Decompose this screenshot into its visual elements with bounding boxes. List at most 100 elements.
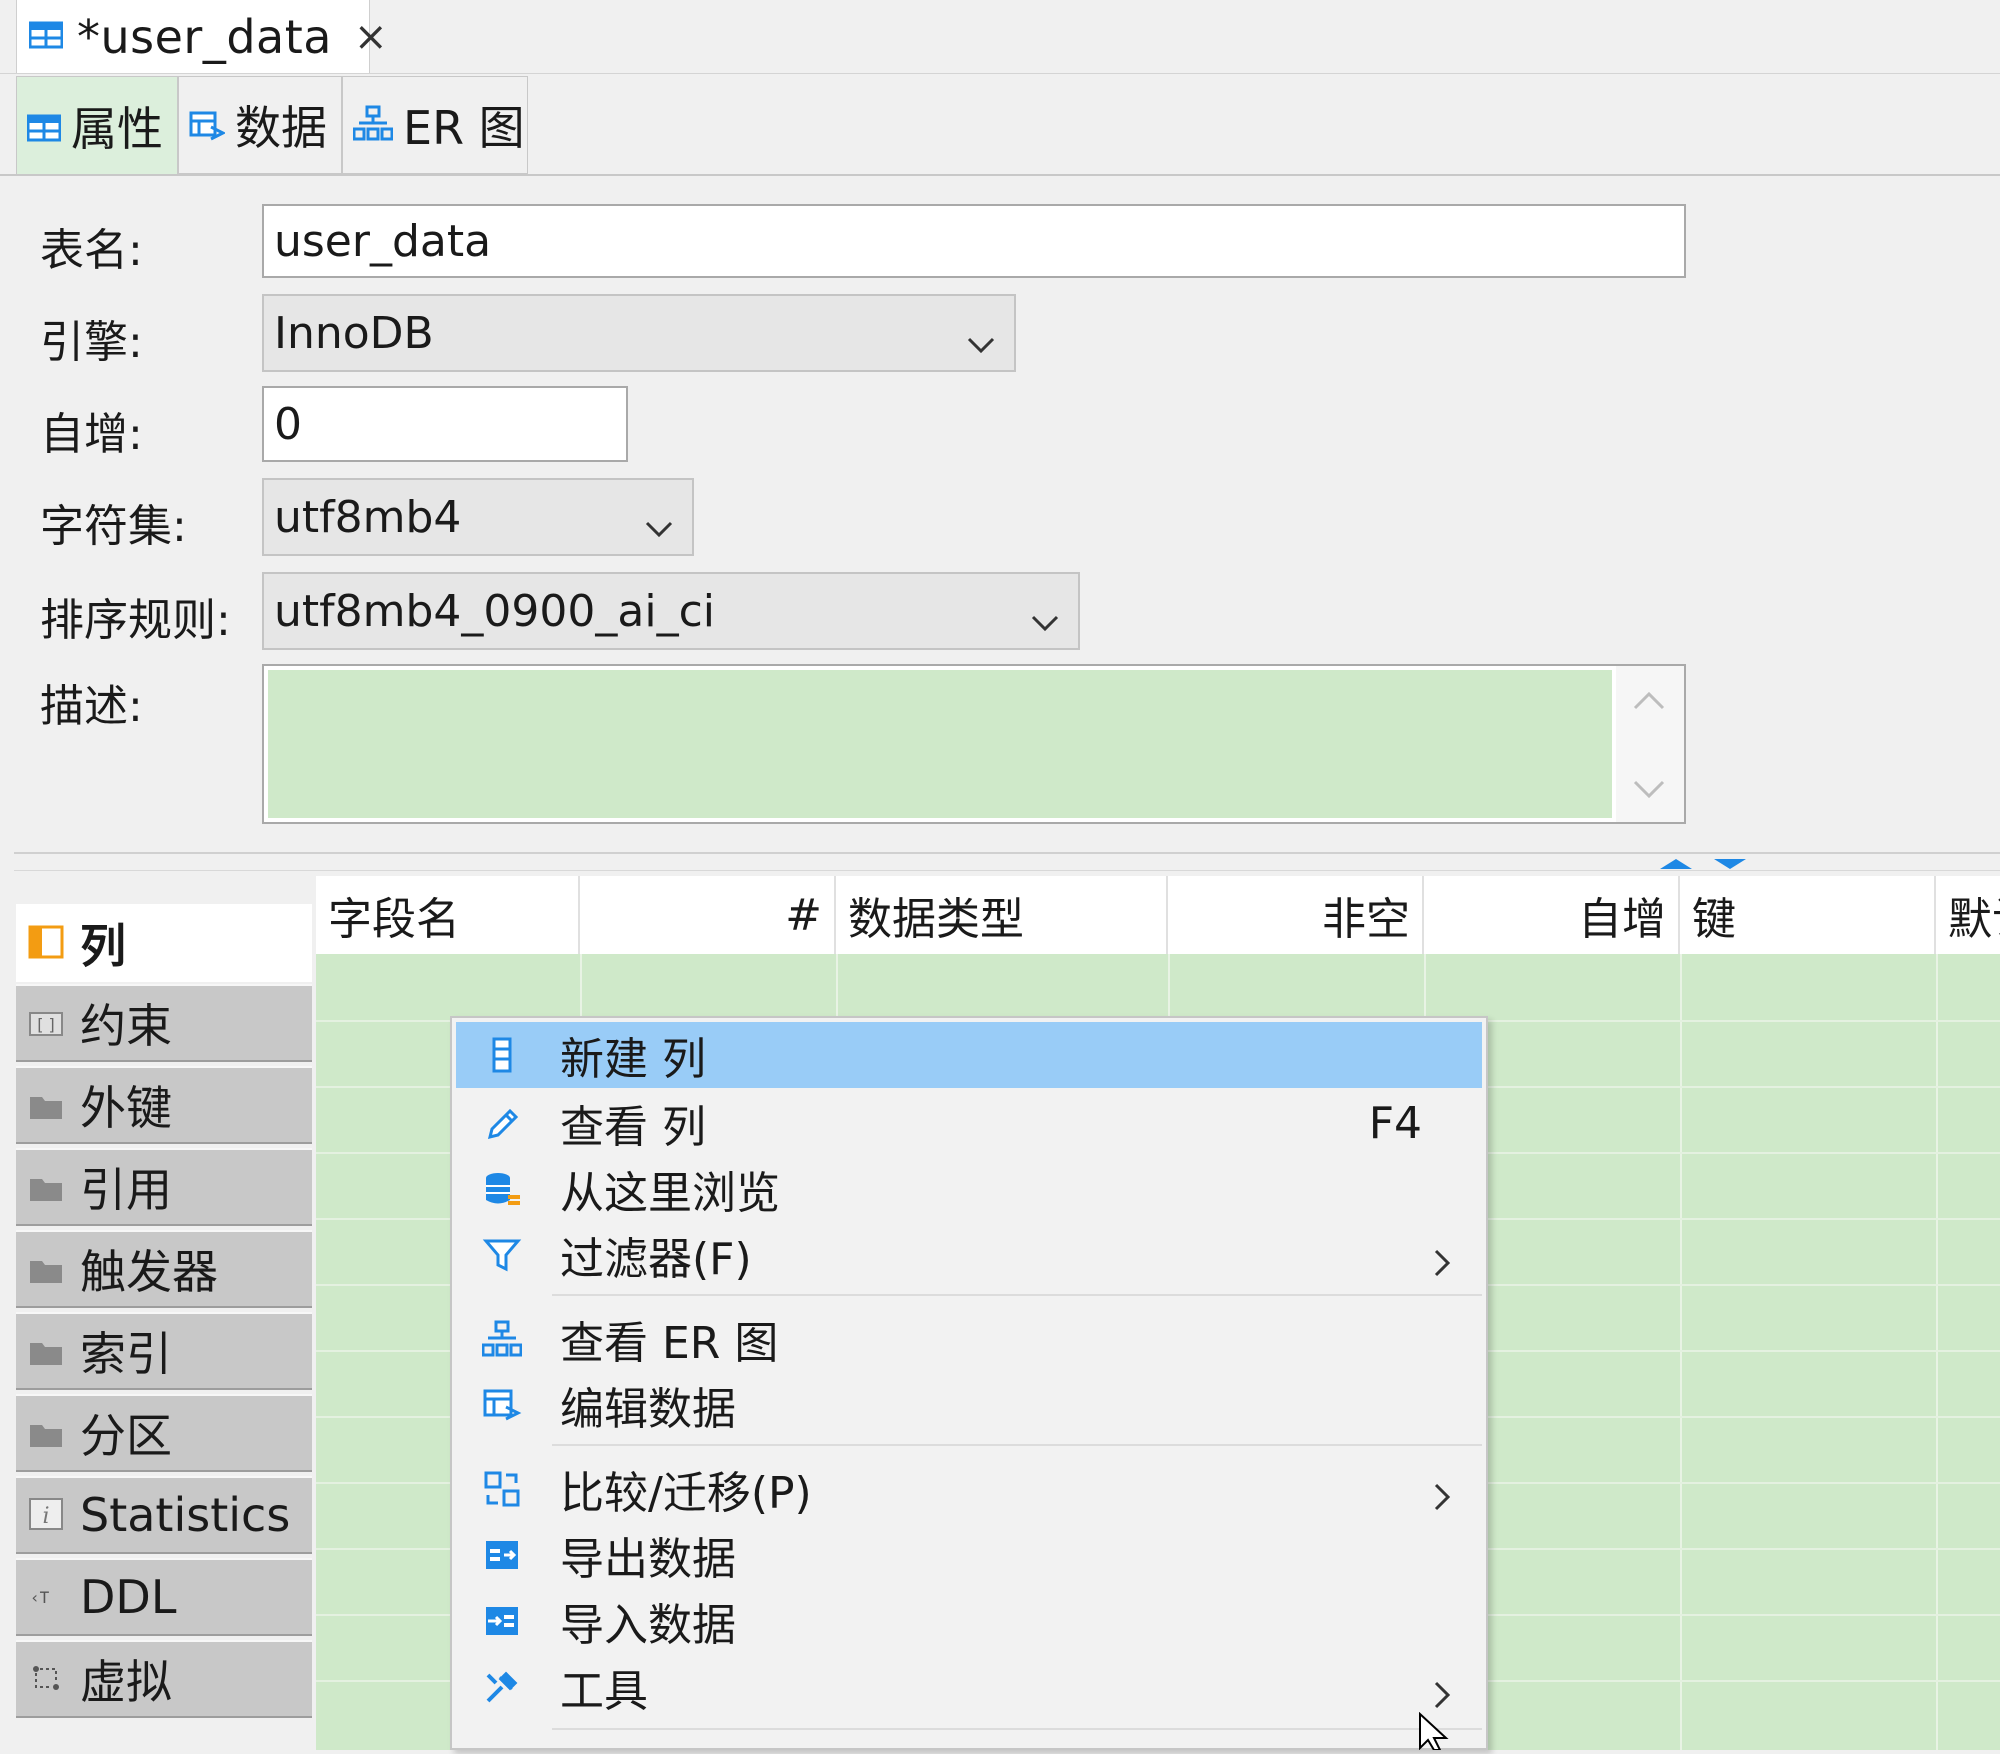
- tab-columns-label: 列: [80, 919, 126, 973]
- tab-properties-label: 属性: [71, 101, 163, 156]
- engine-value: InnoDB: [274, 307, 434, 359]
- menu-item-shortcut: F4: [1368, 1097, 1422, 1149]
- charset-select[interactable]: utf8mb4: [262, 478, 694, 556]
- tab-properties[interactable]: 属性: [16, 76, 178, 174]
- new-column-icon: [482, 1035, 522, 1075]
- folder-icon: [28, 1078, 64, 1132]
- editor-tab-title: *user_data: [77, 10, 332, 64]
- auto-increment-input[interactable]: 0: [262, 386, 628, 462]
- constraint-folder-icon: [ ]: [28, 996, 64, 1050]
- collapse-up-icon[interactable]: [1658, 856, 1694, 875]
- svg-text:i: i: [42, 1504, 49, 1529]
- export-icon: [482, 1535, 522, 1575]
- menu-item-export-data[interactable]: 导出数据: [456, 1522, 1482, 1588]
- chevron-down-icon: [1030, 597, 1060, 648]
- tabstrip-divider: [0, 73, 2000, 74]
- chevron-down-icon: [644, 503, 674, 554]
- context-menu: 新建 列 查看 列 F4 从这里浏览 过滤器(F) 查看 ER 图 编辑数据 比…: [450, 1016, 1488, 1750]
- collation-label: 排序规则:: [40, 595, 231, 646]
- tab-columns[interactable]: 列: [16, 904, 312, 982]
- close-icon[interactable]: ×: [354, 14, 388, 60]
- folder-icon: [28, 1324, 64, 1378]
- menu-item-label: 导出数据: [560, 1534, 736, 1585]
- description-text-area[interactable]: [268, 670, 1612, 818]
- table-icon: [26, 99, 62, 153]
- menu-item-tools[interactable]: 工具: [456, 1654, 1482, 1720]
- tab-references-label: 引用: [80, 1163, 172, 1217]
- menu-item-view-column[interactable]: 查看 列 F4: [456, 1090, 1482, 1156]
- column-header-name[interactable]: 字段名: [316, 876, 580, 954]
- er-diagram-icon: [352, 98, 394, 152]
- description-textarea[interactable]: [262, 664, 1686, 824]
- menu-item-compare-migrate[interactable]: 比较/迁移(P): [456, 1456, 1482, 1522]
- menu-item-filter[interactable]: 过滤器(F): [456, 1222, 1482, 1288]
- collapse-down-icon[interactable]: [1712, 856, 1748, 875]
- grid-header: 字段名 # 数据类型 非空 自增 键 默认: [316, 876, 2000, 955]
- ddl-icon: ‹T: [28, 1570, 64, 1624]
- tab-partitions[interactable]: 分区: [16, 1394, 312, 1472]
- subtab-divider: [0, 174, 2000, 176]
- menu-item-label: 过滤器(F): [560, 1234, 752, 1285]
- column-header-data-type[interactable]: 数据类型: [836, 876, 1168, 954]
- menu-item-label: 从这里浏览: [560, 1168, 780, 1219]
- charset-value: utf8mb4: [274, 491, 462, 543]
- compare-icon: [482, 1469, 522, 1509]
- engine-label: 引擎:: [40, 317, 143, 368]
- tab-ddl[interactable]: ‹T DDL: [16, 1558, 312, 1636]
- menu-item-view-er-diagram[interactable]: 查看 ER 图: [456, 1306, 1482, 1372]
- engine-select[interactable]: InnoDB: [262, 294, 1016, 372]
- panel-splitter-line: [14, 870, 2000, 871]
- tab-ddl-label: DDL: [80, 1570, 177, 1624]
- menu-item-label: 编辑数据: [560, 1384, 736, 1435]
- tab-references[interactable]: 引用: [16, 1148, 312, 1226]
- svg-text:‹T: ‹T: [30, 1588, 50, 1607]
- description-label: 描述:: [40, 681, 143, 732]
- menu-separator: [552, 1728, 1482, 1730]
- column-header-auto-increment[interactable]: 自增: [1424, 876, 1680, 954]
- tab-foreign-keys[interactable]: 外键: [16, 1066, 312, 1144]
- database-browse-icon: [482, 1169, 522, 1209]
- mouse-cursor-icon: [1418, 1711, 1458, 1754]
- tab-statistics[interactable]: i Statistics: [16, 1476, 312, 1554]
- tab-er-label: ER 图: [403, 101, 525, 155]
- chevron-down-icon[interactable]: [1632, 778, 1666, 806]
- tab-data-label: 数据: [235, 101, 327, 155]
- tab-er-diagram[interactable]: ER 图: [342, 76, 528, 174]
- column-header-not-null[interactable]: 非空: [1168, 876, 1424, 954]
- menu-item-new-column[interactable]: 新建 列: [456, 1022, 1482, 1088]
- grid-col-line: [1680, 954, 1682, 1750]
- column-header-key[interactable]: 键: [1680, 876, 1936, 954]
- virtual-icon: [28, 1652, 64, 1706]
- menu-item-import-data[interactable]: 导入数据: [456, 1588, 1482, 1654]
- column-header-default[interactable]: 默认: [1936, 876, 2000, 954]
- tab-constraints[interactable]: [ ] 约束: [16, 984, 312, 1062]
- menu-separator: [552, 1294, 1482, 1296]
- tab-partitions-label: 分区: [80, 1409, 172, 1463]
- collation-select[interactable]: utf8mb4_0900_ai_ci: [262, 572, 1080, 650]
- filter-icon: [482, 1235, 522, 1275]
- tab-foreign-keys-label: 外键: [80, 1081, 172, 1135]
- collation-value: utf8mb4_0900_ai_ci: [274, 585, 715, 637]
- columns-icon: [28, 916, 64, 970]
- menu-item-edit-data[interactable]: 编辑数据: [456, 1372, 1482, 1438]
- tab-statistics-label: Statistics: [80, 1488, 291, 1542]
- table-icon: [28, 21, 64, 53]
- er-diagram-icon: [481, 1319, 523, 1359]
- data-edit-icon: [189, 98, 227, 152]
- tab-indexes[interactable]: 索引: [16, 1312, 312, 1390]
- menu-item-label: 工具: [560, 1666, 648, 1717]
- description-scrollbar[interactable]: [1616, 666, 1684, 822]
- column-header-index[interactable]: #: [580, 876, 836, 954]
- tab-indexes-label: 索引: [80, 1327, 172, 1381]
- tab-data[interactable]: 数据: [178, 76, 342, 174]
- data-edit-icon: [482, 1385, 522, 1425]
- tab-triggers[interactable]: 触发器: [16, 1230, 312, 1308]
- editor-tab-user-data[interactable]: *user_data ×: [16, 0, 387, 74]
- table-name-input[interactable]: user_data: [262, 204, 1686, 278]
- tab-virtual-label: 虚拟: [80, 1655, 172, 1709]
- tab-virtual[interactable]: 虚拟: [16, 1640, 312, 1718]
- info-icon: i: [28, 1488, 64, 1542]
- chevron-up-icon[interactable]: [1632, 688, 1666, 716]
- menu-item-browse-from-here[interactable]: 从这里浏览: [456, 1156, 1482, 1222]
- panel-splitter[interactable]: [14, 852, 2000, 854]
